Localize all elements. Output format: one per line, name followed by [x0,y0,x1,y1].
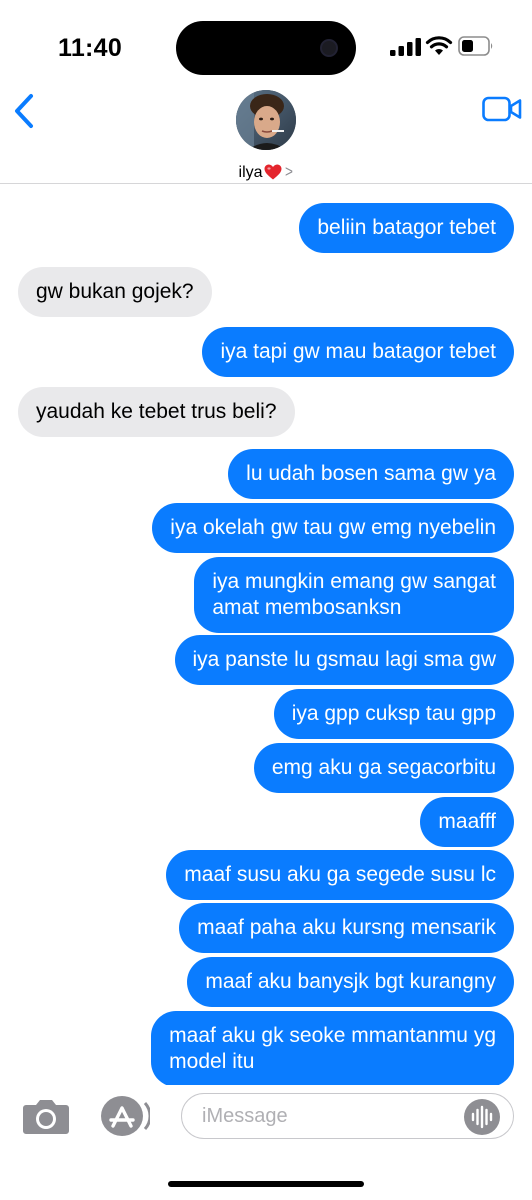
message-bubble-sent[interactable]: maaf aku gk seoke mmantanmu yg model itu [151,1011,514,1085]
message-text: iya panste lu gsmau lagi sma gw [192,648,497,671]
message-bubble-received[interactable]: yaudah ke tebet trus beli? [18,387,295,437]
message-bubble-sent[interactable]: beliin batagor tebet [299,203,514,253]
contact-info-button[interactable]: ilya > [206,88,326,184]
battery-icon [458,36,493,56]
message-bubble-sent[interactable]: iya tapi gw mau batagor tebet [202,327,514,377]
signal-icon [390,38,421,56]
message-text: maaf paha aku kursng mensarik [197,916,496,939]
video-camera-icon[interactable] [482,95,522,123]
dynamic-island [176,21,356,75]
message-text: lu udah bosen sama gw ya [246,462,496,485]
message-text-line: maaf aku gk seoke mmantanmu yg [169,1024,496,1047]
message-text: yaudah ke tebet trus beli? [36,400,277,423]
message-bubble-sent[interactable]: maaf susu aku ga segede susu lc [166,850,514,900]
status-time: 11:40 [58,34,123,62]
message-text: maafff [438,810,496,833]
message-text: maaf aku banysjk bgt kurangny [205,970,496,993]
message-bubble-sent[interactable]: maaf aku banysjk bgt kurangny [187,957,514,1007]
status-bar: 11:40 [0,0,532,92]
conversation-header: ilya > [0,80,532,184]
message-bubble-sent[interactable]: emg aku ga segacorbitu [253,743,514,793]
message-text: iya gpp cuksp tau gpp [291,702,496,725]
message-thread[interactable]: beliin batagor tebet gw bukan gojek? iya… [0,185,532,1085]
message-bubble-sent[interactable]: maafff [420,797,514,847]
audio-message-button[interactable] [464,1099,500,1135]
avatar-photo [236,90,296,150]
message-bubble-sent[interactable]: iya mungkin emang gw sangat amat membosa… [194,557,514,633]
message-text-line: amat membosanksn [212,596,402,619]
camera-icon[interactable] [22,1097,70,1135]
message-text: gw bukan gojek? [36,280,194,303]
contact-name-row: ilya > [206,162,326,182]
message-bubble-sent[interactable]: iya panste lu gsmau lagi sma gw [174,635,514,685]
compose-bar [0,1085,532,1155]
message-text: iya tapi gw mau batagor tebet [220,340,496,363]
audio-waveform-icon [471,1105,493,1129]
message-bubble-sent[interactable]: maaf paha aku kursng mensarik [179,903,514,953]
app-store-icon[interactable] [100,1095,150,1137]
message-bubble-sent[interactable]: iya okelah gw tau gw emg nyebelin [152,503,514,553]
home-indicator [168,1181,364,1187]
chevron-left-icon[interactable] [10,93,40,129]
message-text: beliin batagor tebet [317,216,496,239]
front-camera [320,39,338,57]
message-bubble-sent[interactable]: lu udah bosen sama gw ya [228,449,514,499]
contact-avatar [236,90,296,150]
contact-name: ilya [238,164,263,181]
chevron-right-icon: > [284,162,293,181]
message-bubble-sent[interactable]: iya gpp cuksp tau gpp [273,689,514,739]
wifi-icon [425,36,453,55]
message-text-line: iya mungkin emang gw sangat [212,570,496,593]
message-text-line: model itu [169,1050,255,1073]
message-text: maaf susu aku ga segede susu lc [184,863,496,886]
message-bubble-received[interactable]: gw bukan gojek? [18,267,212,317]
red-heart-icon [264,164,282,180]
message-text: iya okelah gw tau gw emg nyebelin [170,516,496,539]
message-text: emg aku ga segacorbitu [271,756,496,779]
